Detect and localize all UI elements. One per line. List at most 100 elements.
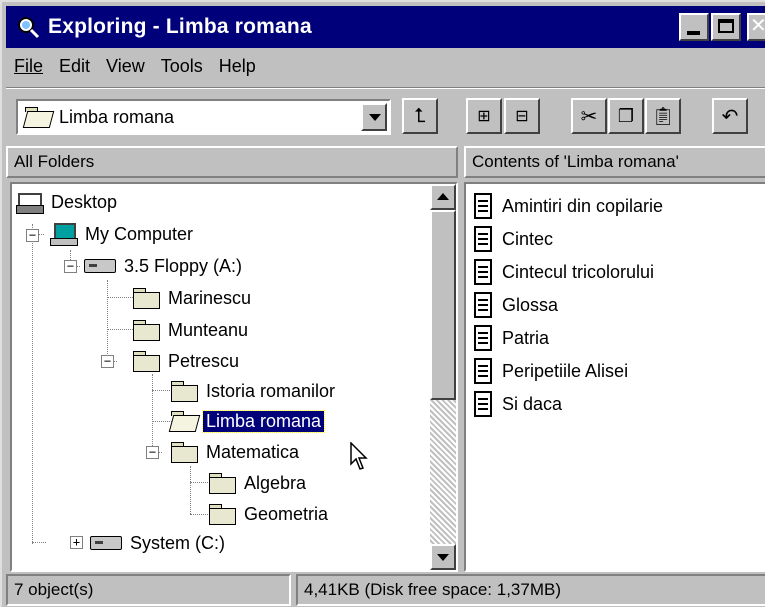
tree-label: Petrescu [168, 350, 240, 371]
tree-label: Istoria romanilor [206, 380, 336, 401]
tree-label: My Computer [85, 223, 194, 244]
cut-button[interactable]: ✂ [571, 98, 607, 134]
tree-item-istoria-romanilor[interactable]: Istoria romanilor [170, 377, 338, 405]
tree-item-matematica[interactable]: Matematica [170, 438, 302, 466]
file-name: Patria [502, 327, 550, 348]
tree-label: Desktop [51, 191, 118, 212]
folder-icon [208, 504, 236, 525]
tree-item-munteanu[interactable]: Munteanu [132, 316, 251, 344]
explorer-window: Exploring - Limba romana ✕ File Edit Vie… [0, 0, 765, 607]
status-objects: 7 object(s) [6, 574, 291, 606]
tree-item-my-computer[interactable]: My Computer [50, 220, 196, 248]
hard-drive-icon [90, 536, 122, 550]
combo-dropdown-button[interactable] [361, 103, 387, 131]
tree-label: Munteanu [168, 319, 249, 340]
map-drive-icon: ⊞ [477, 108, 491, 125]
tree-label: 3.5 Floppy (A:) [124, 255, 243, 276]
tree-label: Algebra [244, 472, 307, 493]
collapse-my-computer[interactable]: − [26, 229, 39, 242]
address-value: Limba romana [59, 106, 175, 127]
folder-tree[interactable]: − − − − + Desktop My Computer 3.5 Floppy… [10, 182, 458, 572]
open-folder-icon [170, 411, 198, 431]
folder-icon [132, 351, 160, 372]
menu-file[interactable]: File [6, 54, 51, 84]
tree-item-floppy[interactable]: 3.5 Floppy (A:) [84, 252, 245, 280]
scroll-up-button[interactable] [430, 184, 456, 210]
folder-icon [208, 473, 236, 494]
tree-item-algebra[interactable]: Algebra [208, 469, 309, 497]
minimize-icon [687, 31, 700, 35]
desktop-icon [16, 191, 44, 214]
address-combo[interactable]: Limba romana [16, 99, 391, 135]
document-icon [474, 391, 492, 417]
file-name: Amintiri din copilarie [502, 195, 664, 216]
undo-button[interactable]: ↶ [712, 98, 748, 134]
tree-item-desktop[interactable]: Desktop [16, 188, 120, 216]
tree-label: System (C:) [130, 532, 226, 553]
file-name: Cintecul tricolorului [502, 261, 655, 282]
collapse-matematica[interactable]: − [146, 446, 159, 459]
file-item[interactable]: Patria [474, 322, 549, 354]
open-folder-icon [24, 107, 52, 127]
close-button[interactable]: ✕ [747, 13, 765, 41]
computer-icon [50, 223, 78, 246]
disconnect-drive-button[interactable]: ⊟ [504, 98, 540, 134]
tree-item-petrescu[interactable]: Petrescu [132, 347, 242, 375]
window-title: Exploring - Limba romana [48, 15, 312, 38]
scroll-down-button[interactable] [430, 544, 456, 570]
file-name: Cintec [502, 228, 554, 249]
cut-icon: ✂ [580, 105, 598, 128]
maximize-button[interactable] [711, 13, 741, 41]
tree-item-marinescu[interactable]: Marinescu [132, 284, 254, 312]
title-bar[interactable]: Exploring - Limba romana ✕ [6, 6, 765, 48]
tree-item-limba-romana[interactable]: Limba romana [170, 407, 326, 435]
tree-item-geometria[interactable]: Geometria [208, 500, 331, 528]
menu-help[interactable]: Help [211, 54, 264, 84]
menu-edit[interactable]: Edit [51, 54, 98, 84]
folder-icon [132, 288, 160, 309]
menu-tools[interactable]: Tools [153, 54, 211, 84]
maximize-icon [718, 19, 734, 33]
toolbar-divider [6, 87, 765, 89]
menu-bar: File Edit View Tools Help [6, 54, 264, 84]
close-icon: ✕ [750, 15, 765, 37]
disconnect-drive-icon: ⊟ [515, 108, 529, 125]
status-space: 4,41KB (Disk free space: 1,37MB) [296, 574, 765, 606]
copy-icon: ❐ [617, 105, 635, 126]
document-icon [474, 193, 492, 219]
folder-icon [170, 442, 198, 463]
collapse-petrescu[interactable]: − [101, 355, 114, 368]
file-item[interactable]: Peripetiile Alisei [474, 355, 628, 387]
file-item[interactable]: Cintecul tricolorului [474, 256, 654, 288]
minimize-button[interactable] [679, 13, 709, 41]
contents-list[interactable]: Amintiri din copilarie Cintec Cintecul t… [464, 182, 765, 572]
file-item[interactable]: Si daca [474, 388, 562, 420]
scroll-thumb[interactable] [430, 210, 456, 400]
document-icon [474, 325, 492, 351]
contents-header: Contents of 'Limba romana' [464, 146, 765, 178]
copy-button[interactable]: ❐ [608, 98, 644, 134]
all-folders-header: All Folders [6, 146, 458, 178]
tree-label: Geometria [244, 503, 329, 524]
file-item[interactable]: Cintec [474, 223, 553, 255]
floppy-drive-icon [84, 259, 116, 273]
file-name: Peripetiile Alisei [502, 360, 629, 381]
map-drive-button[interactable]: ⊞ [466, 98, 502, 134]
tree-label: Marinescu [168, 287, 252, 308]
paste-icon: 📋︎ [651, 105, 675, 126]
tree-label-selected: Limba romana [201, 409, 326, 433]
file-item[interactable]: Glossa [474, 289, 558, 321]
collapse-floppy[interactable]: − [64, 260, 77, 273]
file-item[interactable]: Amintiri din copilarie [474, 190, 663, 222]
tree-label: Matematica [206, 441, 300, 462]
menu-view[interactable]: View [98, 54, 153, 84]
document-icon [474, 226, 492, 252]
tree-item-system-c[interactable]: System (C:) [90, 529, 228, 557]
undo-icon: ↶ [721, 105, 739, 128]
document-icon [474, 292, 492, 318]
folder-icon [170, 381, 198, 402]
paste-button[interactable]: 📋︎ [645, 98, 681, 134]
tree-vertical-scrollbar[interactable] [430, 184, 456, 570]
expand-system-c[interactable]: + [70, 536, 83, 549]
up-folder-button[interactable]: ⮤ [402, 98, 438, 134]
